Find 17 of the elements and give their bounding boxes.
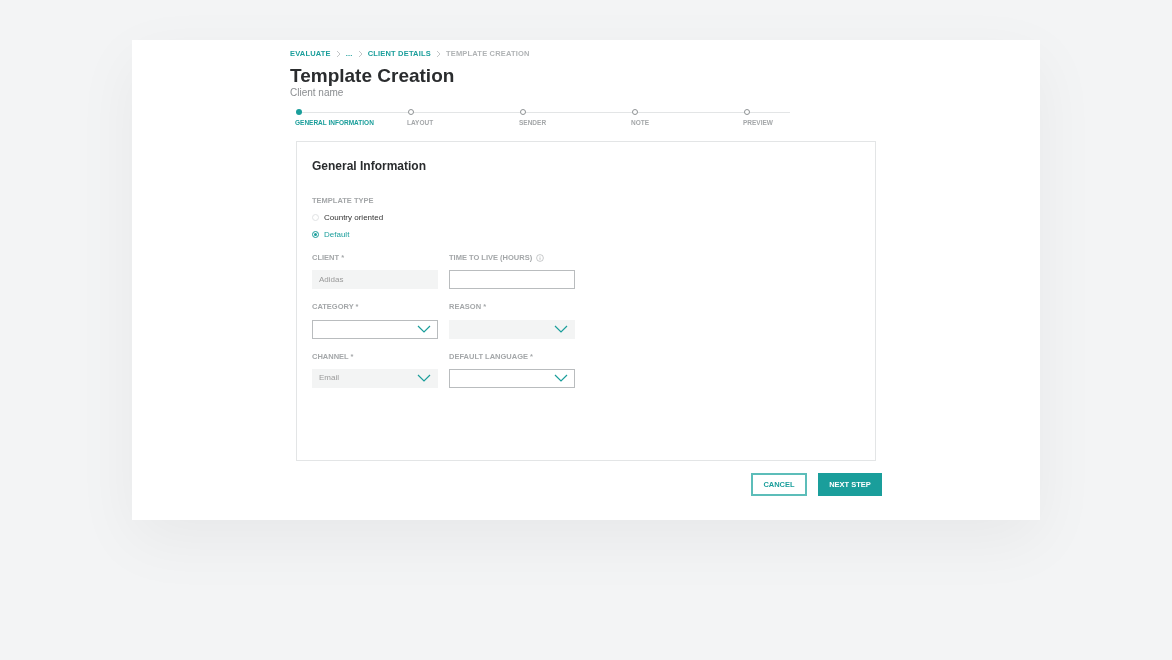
select-field[interactable] xyxy=(312,319,438,339)
chevron-right-icon xyxy=(435,50,441,58)
page-subtitle: Client name xyxy=(290,87,345,99)
page-title: Template Creation xyxy=(290,65,456,87)
chevron-down-icon xyxy=(554,325,568,333)
select-field[interactable] xyxy=(449,368,575,388)
chevron-down-icon xyxy=(417,374,431,383)
radio-option[interactable]: Country oriented xyxy=(312,212,384,223)
chevron-down-icon xyxy=(417,325,431,333)
chevron-right-icon xyxy=(357,50,363,58)
info-icon[interactable] xyxy=(536,253,545,262)
chevron-down-icon xyxy=(554,374,568,383)
section-heading: General Information xyxy=(312,157,428,175)
input-field[interactable] xyxy=(449,270,575,290)
radio-option[interactable]: Default xyxy=(312,229,350,240)
chevron-right-icon xyxy=(335,50,341,58)
select-value: Email xyxy=(319,372,339,385)
